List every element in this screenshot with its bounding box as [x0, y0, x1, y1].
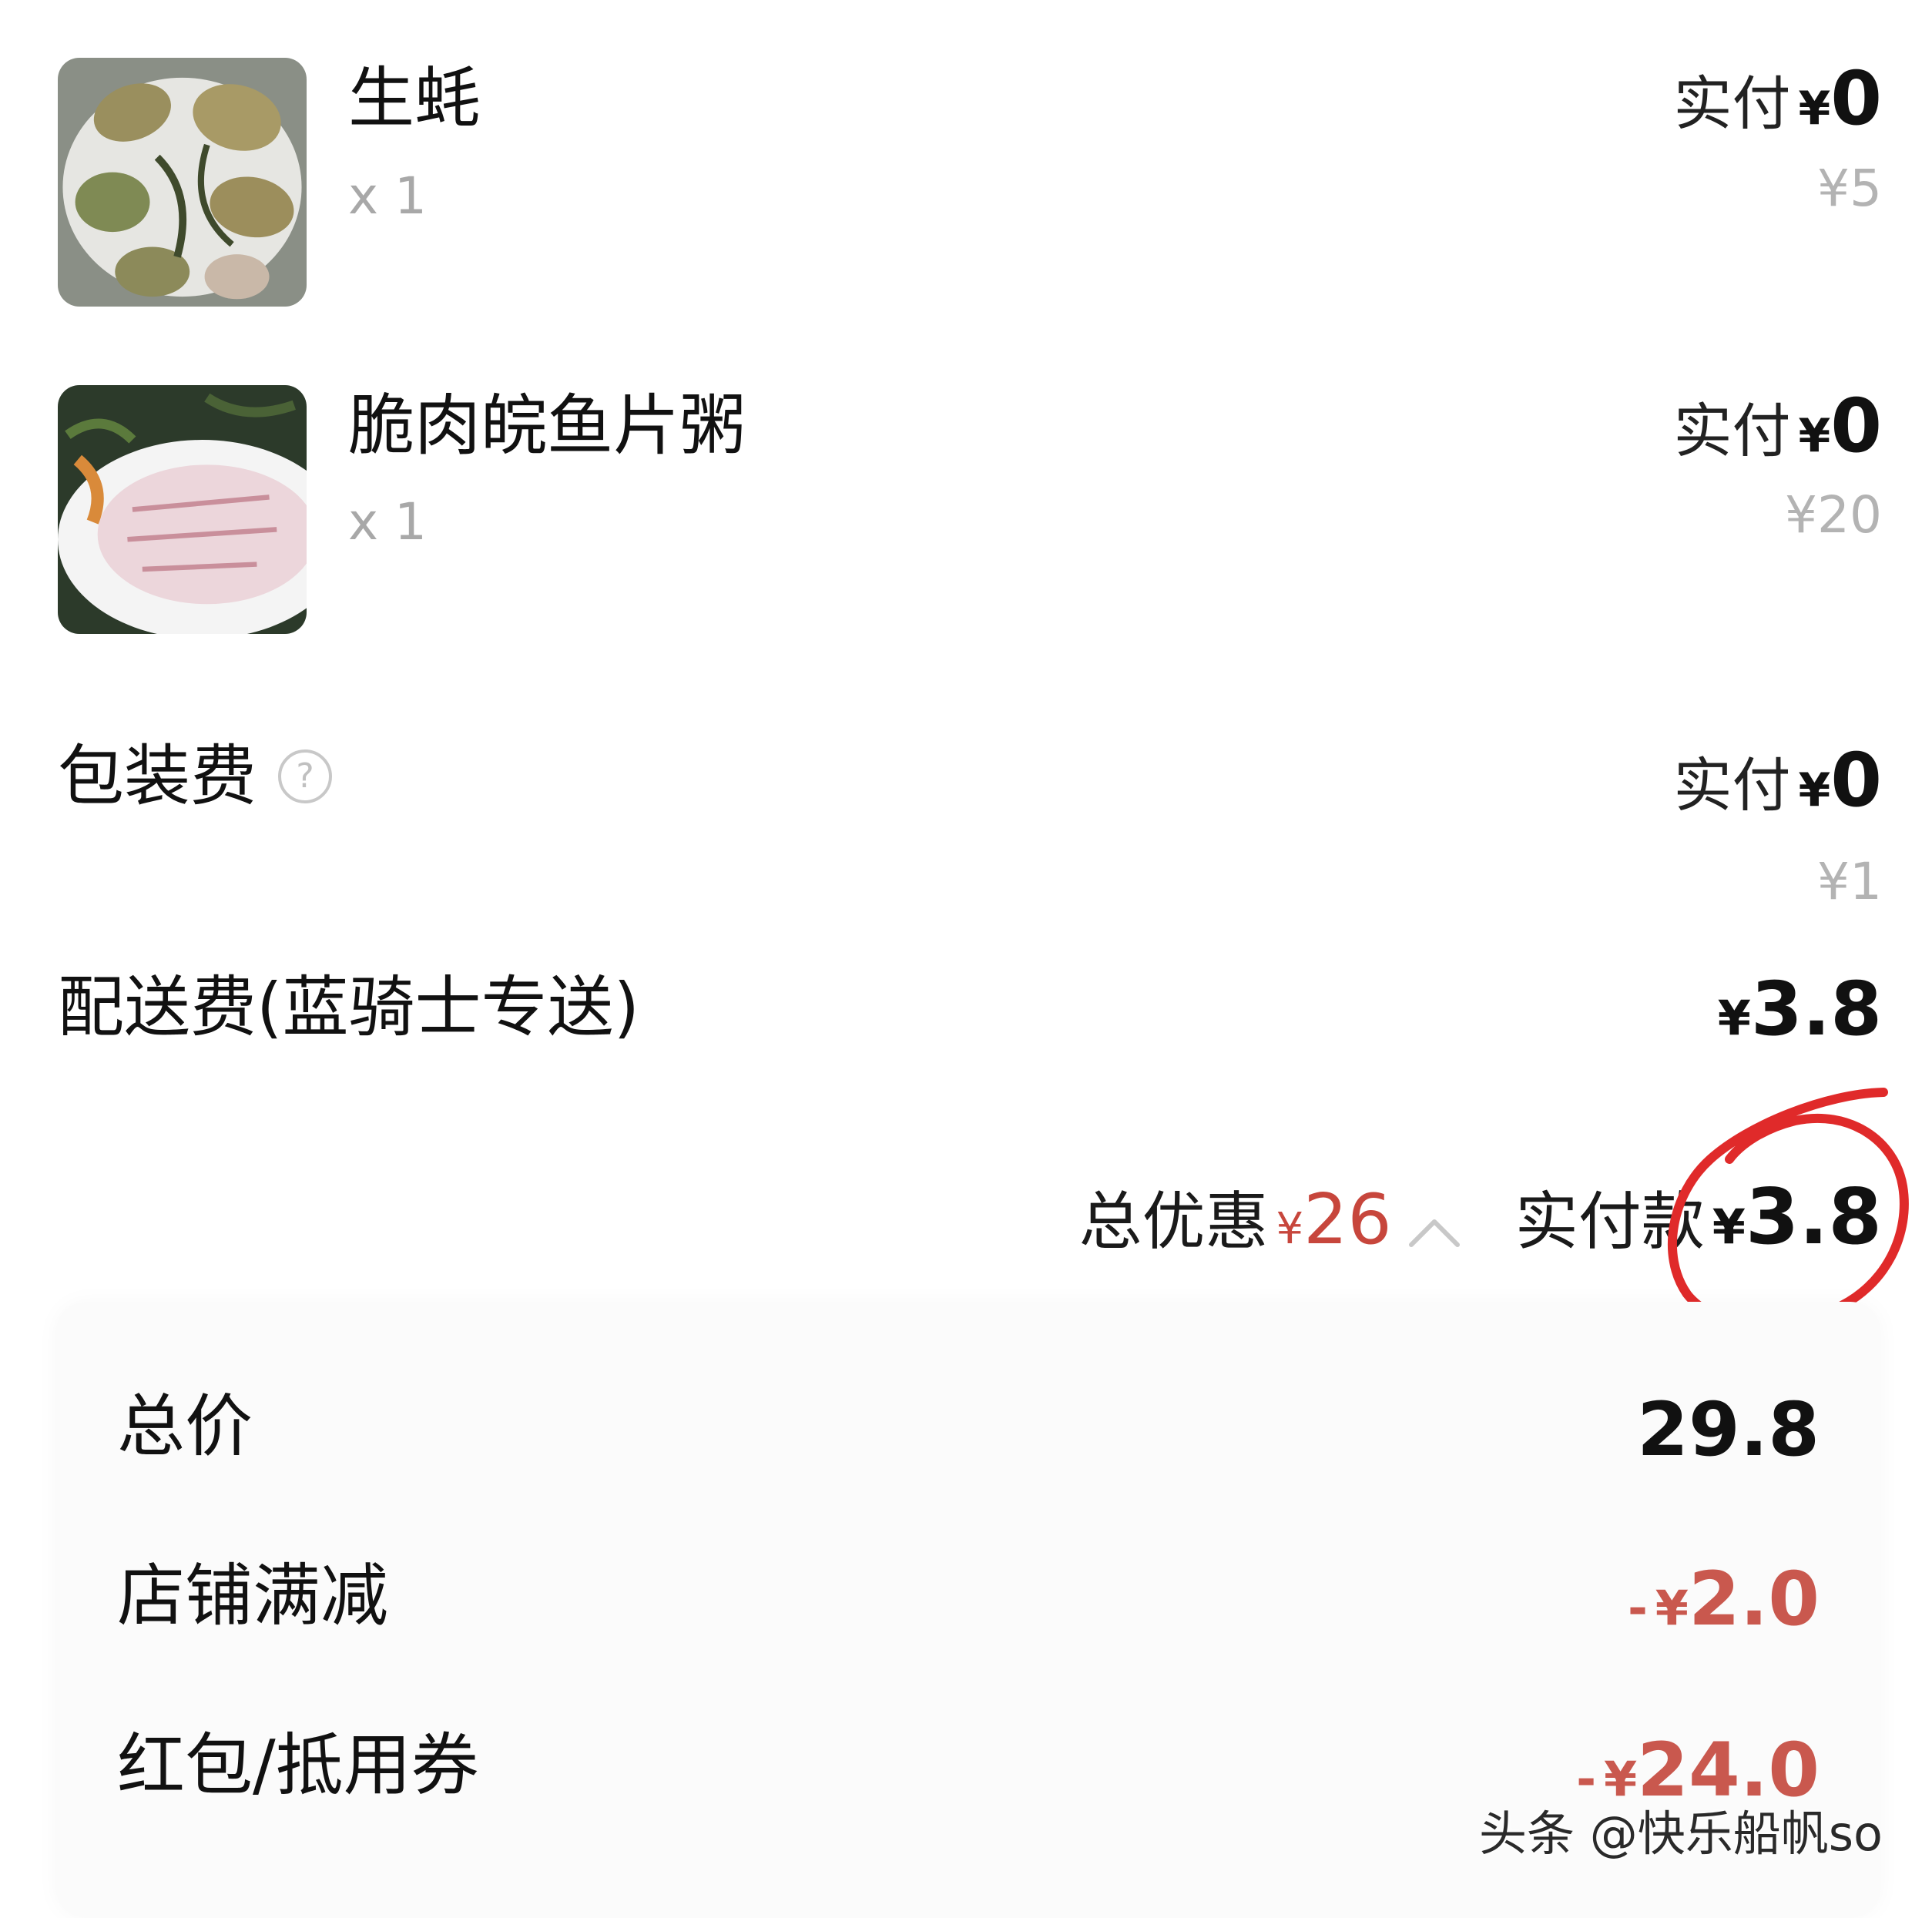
minus-sign: - — [1628, 1580, 1648, 1636]
paid-label: 实付 — [1673, 397, 1791, 465]
paid-amount: 0 — [1830, 383, 1882, 469]
total-discount-label: 总优惠 — [1078, 1185, 1269, 1259]
item-paid-price: 实付 ¥0 — [1673, 62, 1882, 136]
store-discount-label: 店铺满减 — [117, 1556, 389, 1635]
amount-paid-label: 实付款 — [1514, 1185, 1705, 1259]
item-quantity: x 1 — [348, 492, 428, 552]
fish-slices-photo-icon — [58, 385, 307, 634]
store-discount-value: - ¥2.0 — [1628, 1562, 1820, 1636]
paid-currency: ¥ — [1798, 763, 1831, 817]
order-summary: 总优惠 ¥26 实付款 ¥3.8 — [1079, 1179, 1883, 1258]
packaging-original-price: ¥1 — [1817, 852, 1882, 911]
paid-label: 实付 — [1673, 751, 1791, 820]
coupon-label: 红包/抵用券 — [117, 1725, 479, 1805]
item-image-fish-porridge[interactable] — [58, 385, 307, 634]
item-original-price: ¥20 — [1785, 485, 1882, 545]
coupon-value: - ¥24.0 — [1576, 1733, 1820, 1807]
currency: ¥ — [1655, 1580, 1689, 1636]
delivery-fee-amount: ¥3.8 — [1718, 972, 1882, 1046]
amount-paid-currency: ¥ — [1712, 1199, 1746, 1255]
delivery-currency: ¥ — [1717, 990, 1751, 1046]
item-image-oyster[interactable] — [58, 58, 307, 307]
item-paid-price: 实付 ¥0 — [1673, 389, 1882, 463]
paid-currency: ¥ — [1798, 82, 1831, 136]
packaging-paid-price: 实付 ¥0 — [1673, 743, 1882, 817]
paid-label: 实付 — [1673, 69, 1791, 138]
amount: 2.0 — [1688, 1556, 1820, 1642]
currency: ¥ — [1604, 1751, 1638, 1807]
item-name: 脆肉皖鱼片粥 — [348, 387, 746, 464]
total-price-label: 总价 — [117, 1387, 253, 1466]
help-icon[interactable]: ? — [278, 749, 332, 803]
paid-amount: 0 — [1830, 737, 1882, 823]
watermark: 头条 @快乐船帆so — [1479, 1806, 1883, 1862]
minus-sign: - — [1576, 1751, 1596, 1807]
amount: 24.0 — [1637, 1727, 1820, 1813]
item-name: 生蚝 — [348, 60, 481, 137]
packaging-fee-row: 包装费? — [58, 743, 332, 810]
item-original-price: ¥5 — [1817, 159, 1882, 218]
total-discount-amount: 26 — [1303, 1179, 1392, 1260]
oyster-photo-icon — [58, 58, 307, 307]
chevron-up-icon[interactable] — [1407, 1216, 1461, 1252]
total-price-value: 29.8 — [1637, 1387, 1820, 1473]
total-discount-currency: ¥ — [1276, 1204, 1304, 1254]
paid-currency: ¥ — [1798, 409, 1831, 463]
packaging-fee-label: 包装费 — [58, 738, 257, 815]
delivery-amount: 3.8 — [1750, 966, 1882, 1052]
amount-paid-value: 3.8 — [1745, 1172, 1882, 1262]
paid-amount: 0 — [1830, 55, 1882, 142]
delivery-fee-label: 配送费(蓝骑士专送) — [58, 969, 640, 1046]
item-quantity: x 1 — [348, 166, 428, 226]
